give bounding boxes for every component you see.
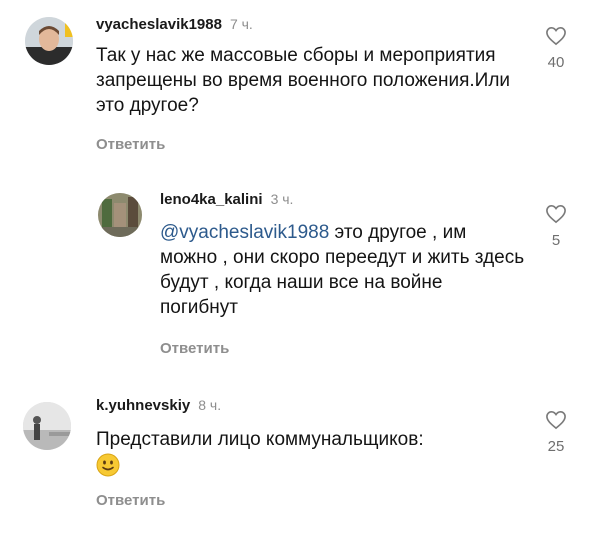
avatar[interactable] <box>98 193 142 237</box>
heart-outline-icon <box>546 26 566 46</box>
heart-outline-icon <box>546 204 566 224</box>
user-avatar-photo <box>25 17 73 65</box>
timestamp: 7 ч. <box>229 16 253 32</box>
comment-item: vyacheslavik1988 7 ч. Так у нас же массов… <box>0 0 600 170</box>
reply-button[interactable]: Ответить <box>96 136 165 153</box>
reply-comment-item: leno4ka_kalini 3 ч. @vyacheslavik1988 это… <box>0 170 600 365</box>
smiley-icon <box>96 453 120 477</box>
comment-meta: k.yuhnevskiy 8 ч. <box>96 397 221 414</box>
mention-link[interactable]: @vyacheslavik1988 <box>160 222 329 243</box>
username[interactable]: leno4ka_kalini <box>160 191 263 208</box>
username[interactable]: vyacheslavik1988 <box>96 16 222 33</box>
like-button[interactable]: 5 <box>536 204 576 249</box>
comment-meta: leno4ka_kalini 3 ч. <box>160 191 293 208</box>
like-count: 25 <box>547 438 565 455</box>
comment-text-body: Представили лицо коммунальщиков: <box>96 429 424 450</box>
avatar[interactable] <box>25 17 73 65</box>
comment-item: k.yuhnevskiy 8 ч. Представили лицо коммун… <box>0 380 600 534</box>
comment-text: Так у нас же массовые сборы и мероприяти… <box>96 45 511 116</box>
user-avatar-photo <box>23 402 71 450</box>
like-count: 5 <box>551 232 561 249</box>
like-button[interactable]: 40 <box>536 26 576 71</box>
like-button[interactable]: 25 <box>536 410 576 455</box>
username[interactable]: k.yuhnevskiy <box>96 397 190 414</box>
slightly-smiling-face-emoji <box>96 453 120 477</box>
comment-meta: vyacheslavik1988 7 ч. <box>96 16 253 33</box>
heart-outline-icon <box>546 410 566 430</box>
timestamp: 8 ч. <box>198 397 222 413</box>
reply-button[interactable]: Ответить <box>96 492 165 509</box>
user-avatar-photo <box>98 193 142 237</box>
comment-text: @vyacheslavik1988 это другое , им можно … <box>160 220 525 320</box>
timestamp: 3 ч. <box>270 191 294 207</box>
comment-text: Представили лицо коммунальщиков: <box>96 427 526 477</box>
reply-button[interactable]: Ответить <box>160 340 229 357</box>
like-count: 40 <box>547 54 565 71</box>
avatar[interactable] <box>23 402 71 450</box>
